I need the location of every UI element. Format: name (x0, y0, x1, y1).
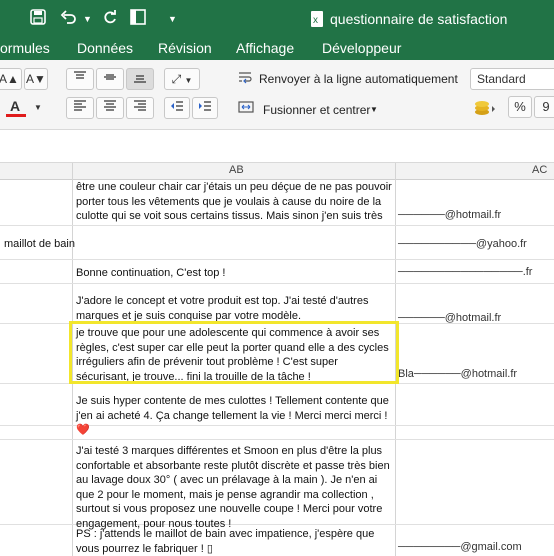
print-preview-icon[interactable] (130, 9, 146, 29)
cell-left[interactable]: maillot de bain (4, 238, 75, 250)
font-color-button[interactable]: A ▼ (0, 96, 48, 118)
percent-style-button[interactable]: % (508, 96, 532, 118)
thousands-separator-button[interactable]: 9 (534, 96, 554, 118)
ribbon-tabs: ormules Données Révision Affichage Dével… (0, 38, 554, 60)
cell-ab[interactable]: PS : j'attends le maillot de bain avec i… (76, 527, 394, 556)
cell-ac[interactable]: ────────────────.fr (398, 266, 554, 278)
title-bar: ▼ ▼ x questionnaire de satisfaction (0, 0, 554, 38)
number-format-select[interactable]: Standard (470, 68, 554, 90)
chevron-down-icon[interactable]: ▼ (370, 102, 378, 118)
cell-ab[interactable]: être une couleur chair car j'étais un pe… (76, 180, 394, 224)
currency-format-icon[interactable] (472, 98, 498, 123)
cell-ab[interactable]: J'ai testé 3 marques différentes et Smoo… (76, 444, 394, 532)
chevron-down-icon: ▼ (184, 76, 193, 85)
align-center-icon (104, 100, 116, 111)
align-middle-icon (104, 74, 116, 80)
align-left-icon (74, 100, 86, 111)
cell-ac[interactable]: ──────@hotmail.fr (398, 209, 554, 221)
formula-bar-area (0, 130, 554, 163)
increase-indent-button[interactable] (192, 97, 218, 119)
tab-developpeur[interactable]: Développeur (322, 39, 401, 57)
column-headers: AB AC (0, 163, 554, 180)
ribbon: A▲ A▼ A ▼ ⤢ ▼ Renvoyer à la ligne automa… (0, 60, 554, 130)
cell-ac[interactable]: ────────@gmail.com (398, 541, 554, 553)
orientation-icon: ⤢ (171, 72, 182, 86)
font-color-swatch (6, 114, 26, 117)
font-size-increase-button[interactable]: A▲ (0, 68, 22, 90)
merge-center-icon (238, 100, 254, 119)
increase-indent-icon (199, 101, 211, 111)
redo-icon[interactable] (102, 9, 118, 29)
tab-revision[interactable]: Révision (158, 39, 212, 57)
window-title: questionnaire de satisfaction (330, 11, 508, 27)
column-header-ab[interactable]: AB (229, 164, 244, 176)
align-top-button[interactable] (66, 68, 94, 90)
cell-ab[interactable]: J'adore le concept et votre produit est … (76, 294, 394, 323)
merge-center-button[interactable]: Fusionner et centrer (263, 102, 370, 118)
cell-ac[interactable]: Bla──────@hotmail.fr (398, 368, 554, 380)
highlight-box (69, 321, 399, 384)
text-orientation-button[interactable]: ⤢ ▼ (164, 68, 200, 90)
align-center-button[interactable] (96, 97, 124, 119)
tab-donnees[interactable]: Données (77, 39, 133, 57)
save-icon[interactable] (30, 9, 46, 29)
cell-ac[interactable]: ──────@hotmail.fr (398, 312, 554, 324)
undo-dropdown-icon[interactable]: ▼ (83, 9, 92, 29)
align-middle-button[interactable] (96, 68, 124, 90)
customize-toolbar-icon[interactable]: ▼ (168, 9, 177, 29)
wrap-text-icon (238, 71, 254, 90)
chevron-down-icon[interactable]: ▼ (34, 98, 42, 118)
tab-affichage[interactable]: Affichage (236, 39, 294, 57)
wrap-text-button[interactable]: Renvoyer à la ligne automatiquement (259, 71, 458, 87)
decrease-indent-button[interactable] (164, 97, 190, 119)
align-right-button[interactable] (126, 97, 154, 119)
excel-file-icon: x (311, 11, 325, 32)
align-right-icon (134, 100, 146, 111)
column-header-ac[interactable]: AC (532, 164, 547, 176)
align-left-button[interactable] (66, 97, 94, 119)
undo-icon[interactable] (60, 9, 78, 29)
decrease-indent-icon (171, 101, 183, 111)
cell-ac[interactable]: ──────────@yahoo.fr (398, 238, 554, 250)
align-bottom-button[interactable] (126, 68, 154, 90)
align-bottom-icon (134, 75, 146, 83)
table-row (0, 426, 554, 440)
font-size-decrease-button[interactable]: A▼ (24, 68, 48, 90)
cell-ab[interactable]: Bonne continuation, C'est top ! (76, 266, 394, 281)
tab-formules[interactable]: ormules (0, 39, 50, 57)
align-top-icon (74, 71, 86, 79)
svg-text:x: x (313, 15, 318, 26)
